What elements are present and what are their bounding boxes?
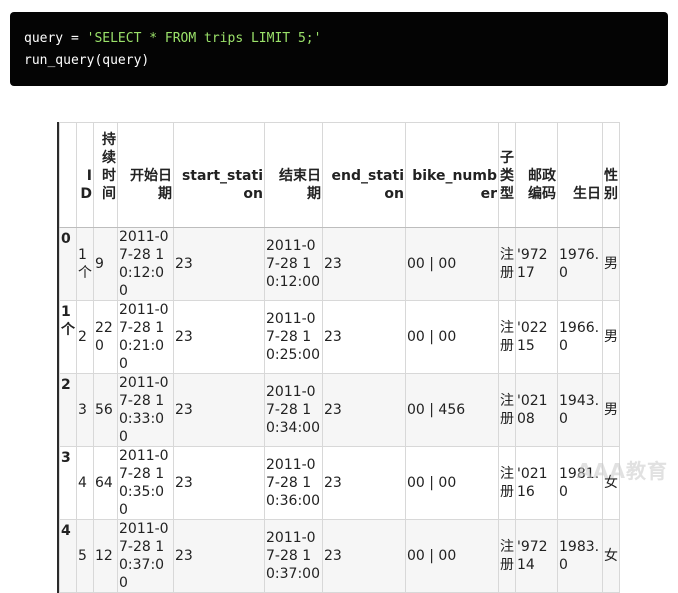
cell-bike-number: 00 | 00 — [405, 227, 499, 301]
cell-birthday: 1943.0 — [557, 373, 603, 447]
cell-end-station: 23 — [322, 227, 406, 301]
row-index: 3 — [59, 446, 77, 520]
column-header-birthday: 生日 — [557, 122, 603, 228]
table-header-row: ID 持续时间 开始日期 start_station 结束日期 end_stat… — [59, 122, 620, 228]
cell-bike-number: 00 | 00 — [405, 519, 499, 593]
cell-zip-code: '02108 — [515, 373, 558, 447]
cell-end-date: 2011-07-28 10:12:00 — [264, 227, 323, 301]
cell-start-date: 2011-07-28 10:35:00 — [117, 446, 174, 520]
code-cell[interactable]: query = 'SELECT * FROM trips LIMIT 5;' r… — [10, 12, 668, 86]
column-header-end-date: 结束日期 — [264, 122, 323, 228]
cell-zip-code: '02116 — [515, 446, 558, 520]
cell-duration: 12 — [93, 519, 118, 593]
cell-id: 5 — [76, 519, 94, 593]
cell-start-date: 2011-07-28 10:21:00 — [117, 300, 174, 374]
column-header-start-date: 开始日期 — [117, 122, 174, 228]
cell-subtype: 注册 — [498, 446, 516, 520]
table-row: 0 1个 9 2011-07-28 10:12:00 23 2011-07-28… — [59, 227, 620, 301]
column-header-duration: 持续时间 — [93, 122, 118, 228]
cell-birthday: 1983.0 — [557, 519, 603, 593]
cell-end-station: 23 — [322, 373, 406, 447]
column-header-end-station: end_station — [322, 122, 406, 228]
column-header-subtype: 子类型 — [498, 122, 516, 228]
cell-end-date: 2011-07-28 10:36:00 — [264, 446, 323, 520]
cell-start-station: 23 — [173, 446, 265, 520]
table-row: 4 5 12 2011-07-28 10:37:00 23 2011-07-28… — [59, 519, 620, 593]
column-header-zip-code: 邮政编码 — [515, 122, 558, 228]
cell-subtype: 注册 — [498, 227, 516, 301]
cell-birthday: 1976.0 — [557, 227, 603, 301]
cell-start-station: 23 — [173, 227, 265, 301]
cell-birthday: 1966.0 — [557, 300, 603, 374]
code-line-2: run_query(query) — [24, 53, 150, 68]
cell-gender: 男 — [602, 373, 620, 447]
cell-gender: 男 — [602, 300, 620, 374]
query-result-table: ID 持续时间 开始日期 start_station 结束日期 end_stat… — [59, 122, 620, 593]
cell-gender: 男 — [602, 227, 620, 301]
cell-duration: 9 — [93, 227, 118, 301]
cell-end-station: 23 — [322, 446, 406, 520]
code-line-1: query = 'SELECT * FROM trips LIMIT 5;' — [24, 28, 668, 50]
cell-start-date: 2011-07-28 10:12:00 — [117, 227, 174, 301]
cell-gender: 女 — [602, 519, 620, 593]
cell-end-date: 2011-07-28 10:25:00 — [264, 300, 323, 374]
cell-zip-code: '97214 — [515, 519, 558, 593]
cell-zip-code: '97217 — [515, 227, 558, 301]
column-header-index — [59, 122, 77, 228]
cell-subtype: 注册 — [498, 519, 516, 593]
row-index: 0 — [59, 227, 77, 301]
cell-zip-code: '02215 — [515, 300, 558, 374]
row-index: 1个 — [59, 300, 77, 374]
column-header-bike-number: bike_number — [405, 122, 499, 228]
cell-bike-number: 00 | 00 — [405, 446, 499, 520]
cell-id: 3 — [76, 373, 94, 447]
cell-id: 4 — [76, 446, 94, 520]
cell-id: 2 — [76, 300, 94, 374]
cell-end-station: 23 — [322, 519, 406, 593]
cell-start-station: 23 — [173, 519, 265, 593]
code-assignment: query = — [24, 31, 87, 46]
table-row: 1个 2 220 2011-07-28 10:21:00 23 2011-07-… — [59, 300, 620, 374]
column-header-gender: 性别 — [602, 122, 620, 228]
cell-end-date: 2011-07-28 10:37:00 — [264, 519, 323, 593]
cell-id: 1个 — [76, 227, 94, 301]
cell-start-station: 23 — [173, 300, 265, 374]
cell-bike-number: 00 | 00 — [405, 300, 499, 374]
cell-end-station: 23 — [322, 300, 406, 374]
table-row: 3 4 64 2011-07-28 10:35:00 23 2011-07-28… — [59, 446, 620, 520]
cell-bike-number: 00 | 456 — [405, 373, 499, 447]
cell-subtype: 注册 — [498, 373, 516, 447]
column-header-id: ID — [76, 122, 94, 228]
row-index: 2 — [59, 373, 77, 447]
column-header-start-station: start_station — [173, 122, 265, 228]
watermark-logo: AAA教育 — [576, 459, 668, 483]
cell-start-date: 2011-07-28 10:37:00 — [117, 519, 174, 593]
cell-start-date: 2011-07-28 10:33:00 — [117, 373, 174, 447]
row-index: 4 — [59, 519, 77, 593]
table-row: 2 3 56 2011-07-28 10:33:00 23 2011-07-28… — [59, 373, 620, 447]
cell-subtype: 注册 — [498, 300, 516, 374]
dataframe-output: ID 持续时间 开始日期 start_station 结束日期 end_stat… — [57, 122, 620, 593]
cell-start-station: 23 — [173, 373, 265, 447]
cell-end-date: 2011-07-28 10:34:00 — [264, 373, 323, 447]
cell-duration: 64 — [93, 446, 118, 520]
code-sql-string: 'SELECT * FROM trips LIMIT 5;' — [86, 31, 322, 46]
cell-duration: 220 — [93, 300, 118, 374]
cell-duration: 56 — [93, 373, 118, 447]
